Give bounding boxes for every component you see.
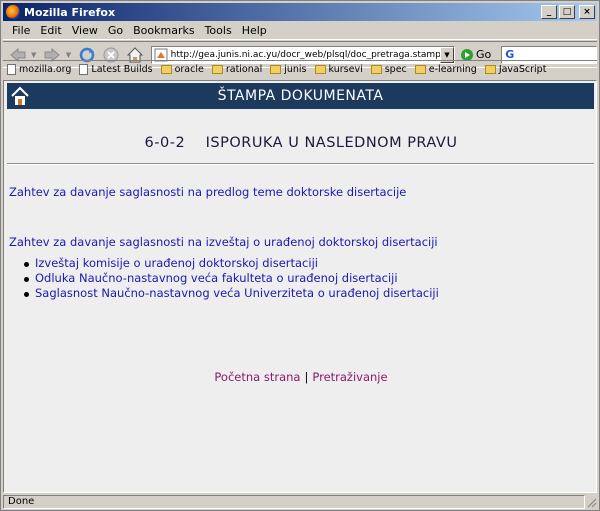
resize-grip-icon[interactable] bbox=[585, 496, 597, 508]
list-item: Saglasnost Naučno-nastavnog veća Univerz… bbox=[24, 287, 439, 300]
link-izvestaj-disertacije[interactable]: Zahtev za davanje saglasnosti na izvešta… bbox=[9, 235, 438, 249]
bookmark-mozilla-org[interactable]: mozilla.org bbox=[7, 64, 71, 75]
page-content: ŠTAMPA DOKUMENATA 6-0-2 ISPORUKA U NASLE… bbox=[3, 80, 597, 493]
menu-go[interactable]: Go bbox=[103, 24, 128, 37]
status-bar: Done bbox=[3, 495, 597, 509]
link-saglasnost-univerziteta[interactable]: Saglasnost Naučno-nastavnog veća Univerz… bbox=[35, 286, 439, 300]
menu-bookmarks[interactable]: Bookmarks bbox=[128, 24, 199, 37]
status-text: Done bbox=[3, 495, 585, 509]
minimize-button[interactable]: _ bbox=[541, 5, 557, 19]
bookmark-folder-javascript[interactable]: JavaScript bbox=[484, 64, 546, 75]
close-button[interactable]: × bbox=[579, 5, 595, 19]
folder-icon bbox=[484, 65, 496, 74]
bookmark-folder-junis[interactable]: junis bbox=[270, 64, 307, 75]
bookmark-folder-oracle[interactable]: oracle bbox=[160, 64, 204, 75]
list-item: Odluka Naučno-nastavnog veća fakulteta o… bbox=[24, 272, 439, 285]
window-title: Mozilla Firefox bbox=[24, 5, 116, 19]
sub-links-list: Izveštaj komisije o urađenoj doktorskoj … bbox=[24, 257, 439, 302]
url-input[interactable] bbox=[170, 49, 440, 60]
firefox-icon bbox=[6, 5, 20, 19]
link-pocetna-strana[interactable]: Početna strana bbox=[214, 370, 300, 384]
link-odluka-fakulteta[interactable]: Odluka Naučno-nastavnog veća fakulteta o… bbox=[35, 271, 398, 285]
page-header-title: ŠTAMPA DOKUMENATA bbox=[217, 88, 384, 104]
folder-icon bbox=[314, 65, 326, 74]
footer-separator: | bbox=[304, 370, 309, 384]
bookmark-folder-e-learning[interactable]: e-learning bbox=[414, 64, 477, 75]
bookmark-folder-spec[interactable]: spec bbox=[370, 64, 407, 75]
folder-icon bbox=[414, 65, 426, 74]
divider bbox=[7, 163, 594, 165]
menu-bar: File Edit View Go Bookmarks Tools Help bbox=[3, 22, 597, 40]
folder-icon bbox=[160, 65, 172, 74]
browser-window: Mozilla Firefox _ □ × File Edit View Go … bbox=[0, 0, 600, 511]
page-header-bar: ŠTAMPA DOKUMENATA bbox=[7, 83, 594, 109]
bookmark-folder-rational[interactable]: rational bbox=[211, 64, 262, 75]
link-predlog-teme[interactable]: Zahtev za davanje saglasnosti na predlog… bbox=[9, 185, 406, 199]
link-izvestaj-komisije[interactable]: Izveštaj komisije o urađenoj doktorskoj … bbox=[35, 256, 318, 270]
footer-links: Početna strana | Pretraživanje bbox=[4, 370, 596, 384]
list-item: Izveštaj komisije o urađenoj doktorskoj … bbox=[24, 257, 439, 270]
document-title: 6-0-2 ISPORUKA U NASLEDNOM PRAVU bbox=[144, 135, 458, 151]
menu-file[interactable]: File bbox=[7, 24, 35, 37]
bookmark-folder-kursevi[interactable]: kursevi bbox=[314, 64, 363, 75]
folder-icon bbox=[270, 65, 282, 74]
bookmarks-toolbar: mozilla.org Latest Builds oracle rationa… bbox=[3, 60, 597, 78]
folder-icon bbox=[211, 65, 223, 74]
title-bar: Mozilla Firefox _ □ × bbox=[3, 3, 597, 21]
menu-help[interactable]: Help bbox=[237, 24, 272, 37]
folder-icon bbox=[370, 65, 382, 74]
maximize-button[interactable]: □ bbox=[559, 5, 575, 19]
page-icon bbox=[7, 64, 16, 75]
home-icon[interactable] bbox=[11, 86, 29, 106]
menu-view[interactable]: View bbox=[67, 24, 103, 37]
menu-edit[interactable]: Edit bbox=[35, 24, 66, 37]
page-icon bbox=[79, 64, 89, 75]
menu-tools[interactable]: Tools bbox=[200, 24, 237, 37]
bookmark-latest-builds[interactable]: Latest Builds bbox=[79, 64, 153, 75]
link-pretrazivanje[interactable]: Pretraživanje bbox=[312, 370, 387, 384]
go-arrow-icon bbox=[460, 48, 473, 61]
